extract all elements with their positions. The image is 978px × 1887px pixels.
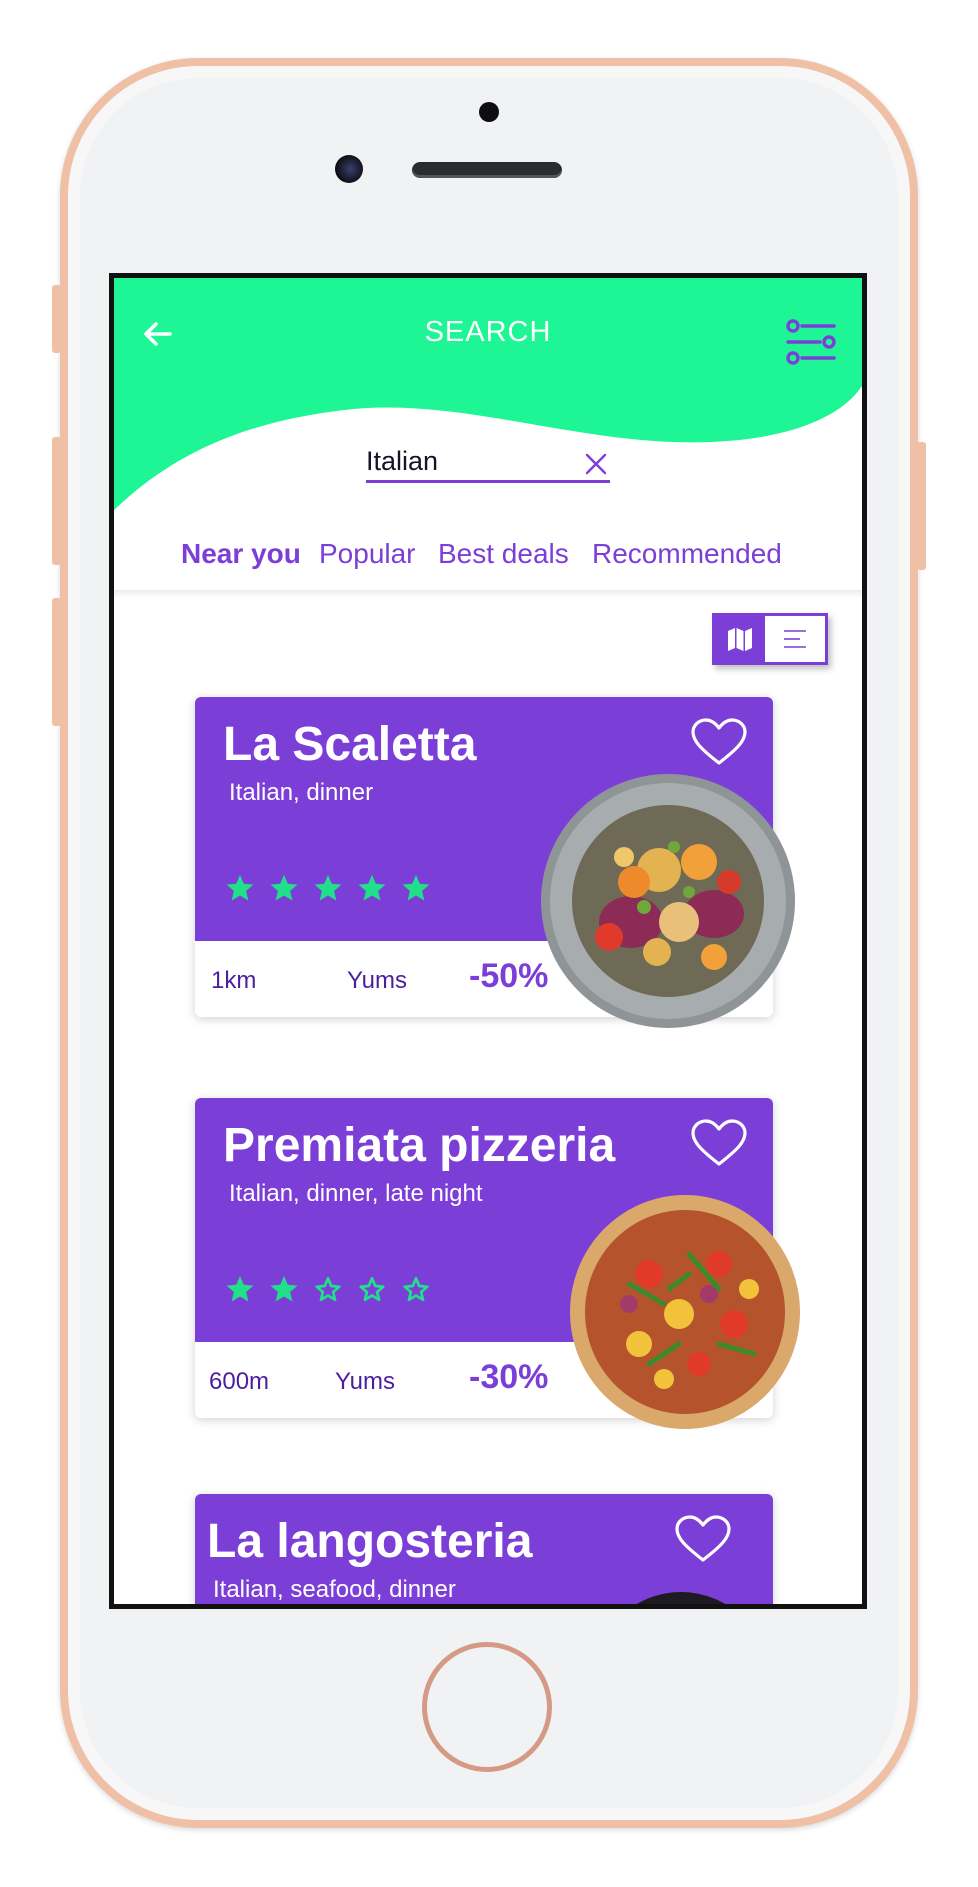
tab-popular[interactable]: Popular xyxy=(319,538,416,570)
distance-label: 600m xyxy=(209,1368,270,1395)
filter-sliders-icon[interactable] xyxy=(784,318,838,366)
tab-recommended[interactable]: Recommended xyxy=(592,538,782,570)
restaurant-name: Premiata pizzeria xyxy=(223,1119,616,1172)
discount-label: -30% xyxy=(469,1358,549,1396)
distance-label: 1km xyxy=(211,967,257,994)
home-button[interactable] xyxy=(422,1642,552,1772)
restaurant-tags: Italian, seafood, dinner xyxy=(213,1576,456,1603)
tab-best-deals[interactable]: Best deals xyxy=(438,538,569,570)
star-filled-icon xyxy=(358,874,386,901)
map-icon xyxy=(728,628,752,651)
page-title: SEARCH xyxy=(424,316,552,348)
restaurant-tags: Italian, dinner xyxy=(229,779,374,806)
star-filled-icon xyxy=(270,1275,298,1302)
restaurant-card-la-scaletta[interactable]: La Scaletta Italian, dinner 1km Yums -50… xyxy=(195,697,795,1028)
volume-up-button xyxy=(52,437,61,565)
star-filled-icon xyxy=(226,874,254,901)
restaurant-card-premiata-pizzeria[interactable]: Premiata pizzeria Italian, dinner, late … xyxy=(195,1098,800,1429)
favorite-heart-icon[interactable] xyxy=(673,1514,733,1564)
star-outline-icon xyxy=(403,1277,429,1302)
search-input-value[interactable]: Italian xyxy=(366,446,438,477)
restaurant-tags: Italian, dinner, late night xyxy=(229,1180,483,1207)
star-filled-icon xyxy=(226,1275,254,1302)
map-view-button[interactable] xyxy=(715,616,765,662)
star-outline-icon xyxy=(359,1277,385,1302)
rating-stars xyxy=(225,1274,431,1304)
tabs-divider xyxy=(114,590,862,598)
search-field[interactable]: Italian xyxy=(366,446,610,483)
star-filled-icon xyxy=(314,874,342,901)
earpiece-speaker xyxy=(412,162,562,178)
restaurant-name: La Scaletta xyxy=(223,718,477,771)
restaurant-card-la-langosteria[interactable]: La langosteria Italian, seafood, dinner xyxy=(195,1494,773,1604)
power-button xyxy=(917,442,926,570)
favorite-heart-icon[interactable] xyxy=(689,717,749,767)
front-camera xyxy=(335,155,363,183)
salad-bowl-image xyxy=(541,774,795,1028)
star-filled-icon xyxy=(270,874,298,901)
rating-stars xyxy=(225,873,431,903)
tab-near-you[interactable]: Near you xyxy=(181,538,301,570)
restaurant-name: La langosteria xyxy=(207,1515,533,1568)
star-filled-icon xyxy=(402,874,430,901)
app-screen: SEARCH Italian Near you Popular Best dea… xyxy=(109,273,867,1609)
discount-label: -50% xyxy=(469,957,549,995)
list-view-button[interactable] xyxy=(765,616,825,662)
list-icon xyxy=(784,630,806,648)
yums-label: Yums xyxy=(347,967,408,994)
favorite-heart-icon[interactable] xyxy=(689,1118,749,1168)
volume-down-button xyxy=(52,598,61,726)
star-outline-icon xyxy=(315,1277,341,1302)
clear-search-icon[interactable] xyxy=(584,452,608,476)
pizza-image xyxy=(570,1195,800,1429)
mute-switch xyxy=(52,285,61,353)
view-toggle xyxy=(712,613,828,665)
proximity-sensor xyxy=(479,102,499,122)
yums-label: Yums xyxy=(335,1368,396,1395)
